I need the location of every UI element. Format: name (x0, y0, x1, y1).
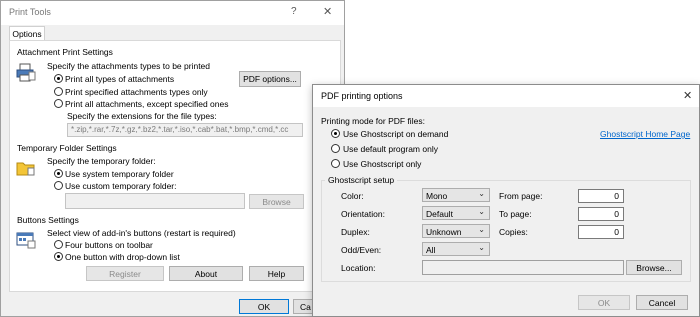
pdf-cancel-button[interactable]: Cancel (636, 295, 688, 310)
mode-label: Printing mode for PDF files: (321, 116, 425, 126)
chevron-down-icon: ⌄ (478, 225, 485, 234)
temp-subtitle: Specify the temporary folder: (47, 156, 156, 166)
copies-field[interactable]: 0 (578, 225, 624, 239)
radio-print-except[interactable] (54, 99, 63, 108)
help-icon[interactable]: ? (291, 6, 297, 17)
pdf-options-dialog: PDF printing options ✕ Printing mode for… (312, 84, 700, 317)
duplex-label: Duplex: (341, 227, 370, 237)
radio-one-button-label[interactable]: One button with drop-down list (65, 252, 180, 262)
radio-print-all[interactable] (54, 74, 63, 83)
print-tools-window: Print Tools ? ✕ Options Attachment Print… (0, 0, 345, 317)
radio-four-buttons-label[interactable]: Four buttons on toolbar (65, 240, 153, 250)
chevron-down-icon: ⌄ (478, 243, 485, 252)
orientation-label: Orientation: (341, 209, 385, 219)
radio-four-buttons[interactable] (54, 240, 63, 249)
chevron-down-icon: ⌄ (478, 189, 485, 198)
oddeven-label: Odd/Even: (341, 245, 382, 255)
extensions-field[interactable]: *.zip,*.rar,*.7z,*.gz,*.bz2,*.tar,*.iso,… (67, 123, 303, 137)
radio-custom-temp-label[interactable]: Use custom temporary folder: (65, 181, 176, 191)
copies-label: Copies: (499, 227, 528, 237)
tab-options-label: Options (12, 29, 42, 39)
oddeven-select[interactable]: All ⌄ (422, 242, 490, 256)
attachment-heading: Attachment Print Settings (17, 47, 113, 57)
buttons-heading: Buttons Settings (17, 215, 79, 225)
location-label: Location: (341, 263, 376, 273)
radio-system-temp[interactable] (54, 169, 63, 178)
radio-ghostscript-only-label[interactable]: Use Ghostscript only (343, 159, 421, 169)
ok-button[interactable]: OK (239, 299, 289, 314)
ghostscript-homepage-link[interactable]: Ghostscript Home Page (600, 129, 690, 139)
from-page-label: From page: (499, 191, 543, 201)
duplex-select[interactable]: Unknown ⌄ (422, 224, 490, 238)
radio-ghostscript-demand-label[interactable]: Use Ghostscript on demand (343, 129, 448, 139)
radio-print-specified[interactable] (54, 87, 63, 96)
radio-ghostscript-demand[interactable] (331, 129, 340, 138)
help-button[interactable]: Help (249, 266, 304, 281)
color-label: Color: (341, 191, 364, 201)
attachment-subtitle: Specify the attachments types to be prin… (47, 61, 211, 71)
radio-one-button[interactable] (54, 252, 63, 261)
radio-system-temp-label[interactable]: Use system temporary folder (65, 169, 174, 179)
chevron-down-icon: ⌄ (478, 207, 485, 216)
print-tools-titlebar: Print Tools ? ✕ (1, 1, 344, 25)
radio-print-all-label[interactable]: Print all types of attachments (65, 74, 174, 84)
radio-print-specified-label[interactable]: Print specified attachments types only (65, 87, 208, 97)
radio-default-program-label[interactable]: Use default program only (343, 144, 438, 154)
radio-ghostscript-only[interactable] (331, 159, 340, 168)
orientation-select[interactable]: Default ⌄ (422, 206, 490, 220)
close-icon[interactable]: ✕ (323, 5, 332, 18)
radio-default-program[interactable] (331, 144, 340, 153)
color-select[interactable]: Mono ⌄ (422, 188, 490, 202)
location-browse-button[interactable]: Browse... (626, 260, 682, 275)
tab-options[interactable]: Options (9, 26, 45, 41)
custom-temp-field[interactable] (65, 193, 245, 209)
location-field[interactable] (422, 260, 624, 275)
to-page-label: To page: (499, 209, 532, 219)
pdf-dialog-titlebar: PDF printing options ✕ (313, 85, 699, 107)
print-tools-title: Print Tools (9, 7, 51, 17)
toolbar-icon (16, 230, 36, 250)
temp-heading: Temporary Folder Settings (17, 143, 117, 153)
printer-icon (16, 63, 36, 83)
temp-browse-button[interactable]: Browse (249, 194, 304, 209)
pdf-dialog-title: PDF printing options (321, 91, 403, 101)
extensions-label: Specify the extensions for the file type… (67, 111, 217, 121)
pdf-close-icon[interactable]: ✕ (683, 89, 692, 102)
setup-heading: Ghostscript setup (325, 175, 398, 185)
about-button[interactable]: About (169, 266, 243, 281)
register-button[interactable]: Register (86, 266, 164, 281)
radio-print-except-label[interactable]: Print all attachments, except specified … (65, 99, 228, 109)
pdf-ok-button[interactable]: OK (578, 295, 630, 310)
folder-icon (16, 158, 36, 178)
buttons-subtitle: Select view of add-in's buttons (restart… (47, 228, 236, 238)
pdf-options-button[interactable]: PDF options... (239, 71, 301, 87)
radio-custom-temp[interactable] (54, 181, 63, 190)
to-page-field[interactable]: 0 (578, 207, 624, 221)
from-page-field[interactable]: 0 (578, 189, 624, 203)
